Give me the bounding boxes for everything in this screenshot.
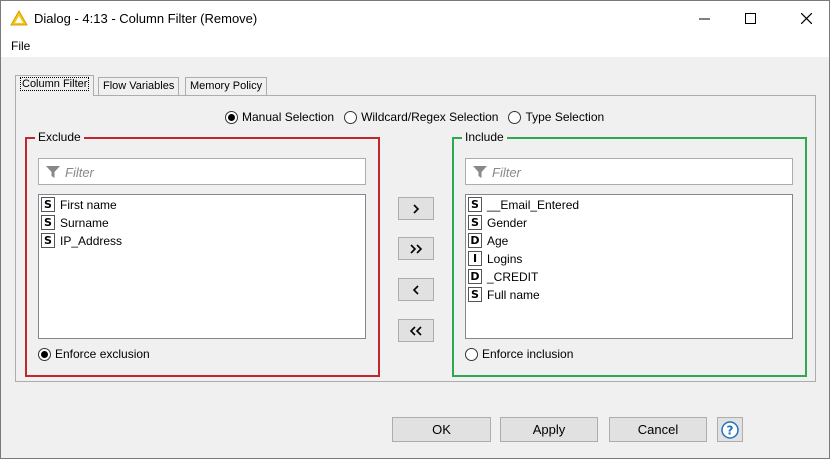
ok-button[interactable]: OK (392, 417, 491, 442)
list-item[interactable]: D _CREDIT (468, 268, 538, 285)
list-item[interactable]: S __Email_Entered (468, 196, 579, 213)
radio-label: Wildcard/Regex Selection (361, 110, 499, 124)
column-name: Full name (487, 287, 540, 302)
window-title: Dialog - 4:13 - Column Filter (Remove) (34, 11, 258, 26)
remove-all-button[interactable] (398, 319, 434, 342)
column-name: First name (60, 197, 117, 212)
column-name: Gender (487, 215, 528, 230)
exclude-filter-input[interactable]: Filter (38, 158, 366, 185)
double-chevron-right-icon (410, 243, 423, 254)
type-badge: S (41, 233, 55, 248)
radio-button[interactable] (465, 347, 478, 361)
minimize-icon (698, 18, 710, 19)
help-glyph: ? (727, 423, 734, 437)
list-item[interactable]: S Full name (468, 286, 540, 303)
enforce-inclusion-label: Enforce inclusion (482, 347, 574, 361)
radio-button[interactable] (38, 347, 51, 361)
cancel-button[interactable]: Cancel (609, 417, 707, 442)
menu-file[interactable]: File (11, 39, 30, 53)
column-name: IP_Address (60, 233, 123, 248)
radio-button[interactable] (344, 110, 358, 124)
column-name: __Email_Entered (487, 197, 580, 212)
type-badge: S (468, 197, 482, 212)
help-button[interactable]: ? (717, 417, 743, 442)
exclude-group: Exclude Filter S First name S Surname S … (25, 130, 380, 377)
type-badge: I (468, 251, 482, 266)
tab-label: Memory Policy (190, 80, 263, 92)
filter-icon (46, 166, 60, 178)
dialog-window: Dialog - 4:13 - Column Filter (Remove) F… (0, 0, 830, 459)
column-name: Logins (487, 251, 523, 266)
type-badge: S (41, 215, 55, 230)
column-name: Surname (60, 215, 109, 230)
include-list[interactable]: S __Email_Entered S Gender D Age I Login… (465, 194, 793, 339)
column-name: _CREDIT (487, 269, 539, 284)
title-bar[interactable]: Dialog - 4:13 - Column Filter (Remove) (1, 1, 829, 35)
type-badge: D (468, 233, 482, 248)
type-badge: S (41, 197, 55, 212)
list-item[interactable]: S Surname (41, 214, 109, 231)
selection-mode-group: Manual Selection Wildcard/Regex Selectio… (225, 110, 614, 124)
add-all-button[interactable] (398, 237, 434, 260)
maximize-icon (744, 12, 756, 24)
help-icon: ? (721, 420, 739, 439)
tab-label: Flow Variables (103, 80, 175, 92)
filter-placeholder: Filter (492, 165, 521, 180)
column-name: Age (487, 233, 509, 248)
list-item[interactable]: S IP_Address (41, 232, 122, 249)
menu-bar: File (1, 35, 829, 57)
enforce-exclusion-radio[interactable]: Enforce exclusion (38, 347, 150, 361)
radio-manual-selection[interactable]: Manual Selection (225, 110, 334, 124)
type-badge: S (468, 215, 482, 230)
include-group: Include Filter S __Email_Entered S Gende… (452, 130, 807, 377)
radio-label: Type Selection (525, 110, 605, 124)
include-filter-input[interactable]: Filter (465, 158, 793, 185)
column-filter-panel: Manual Selection Wildcard/Regex Selectio… (15, 95, 816, 382)
list-item[interactable]: D Age (468, 232, 508, 249)
radio-button[interactable] (225, 110, 238, 124)
close-button[interactable] (783, 1, 829, 35)
radio-wildcard-regex-selection[interactable]: Wildcard/Regex Selection (344, 110, 498, 124)
maximize-button[interactable] (727, 1, 773, 35)
type-badge: D (468, 269, 482, 284)
radio-button[interactable] (508, 110, 522, 124)
filter-placeholder: Filter (65, 165, 94, 180)
radio-label: Manual Selection (242, 110, 335, 124)
filter-icon (473, 166, 487, 178)
apply-button[interactable]: Apply (500, 417, 598, 442)
list-item[interactable]: S Gender (468, 214, 527, 231)
remove-button[interactable] (398, 278, 434, 301)
double-chevron-left-icon (409, 325, 422, 336)
include-label: Include (462, 130, 507, 144)
tab-memory-policy[interactable]: Memory Policy (185, 77, 268, 95)
chevron-left-icon (412, 284, 419, 295)
list-item[interactable]: S First name (41, 196, 117, 213)
enforce-inclusion-radio[interactable]: Enforce inclusion (465, 347, 573, 361)
tab-flow-variables[interactable]: Flow Variables (98, 77, 180, 95)
radio-type-selection[interactable]: Type Selection (508, 110, 604, 124)
tab-label: Column Filter (20, 77, 90, 91)
knime-app-icon (10, 10, 28, 26)
tab-column-filter[interactable]: Column Filter (15, 75, 95, 96)
close-icon (800, 12, 812, 24)
exclude-label: Exclude (35, 130, 84, 144)
type-badge: S (468, 287, 482, 302)
chevron-right-icon (413, 203, 420, 214)
list-item[interactable]: I Logins (468, 250, 522, 267)
minimize-button[interactable] (681, 1, 727, 35)
add-button[interactable] (398, 197, 434, 220)
enforce-exclusion-label: Enforce exclusion (55, 347, 150, 361)
exclude-list[interactable]: S First name S Surname S IP_Address (38, 194, 366, 339)
